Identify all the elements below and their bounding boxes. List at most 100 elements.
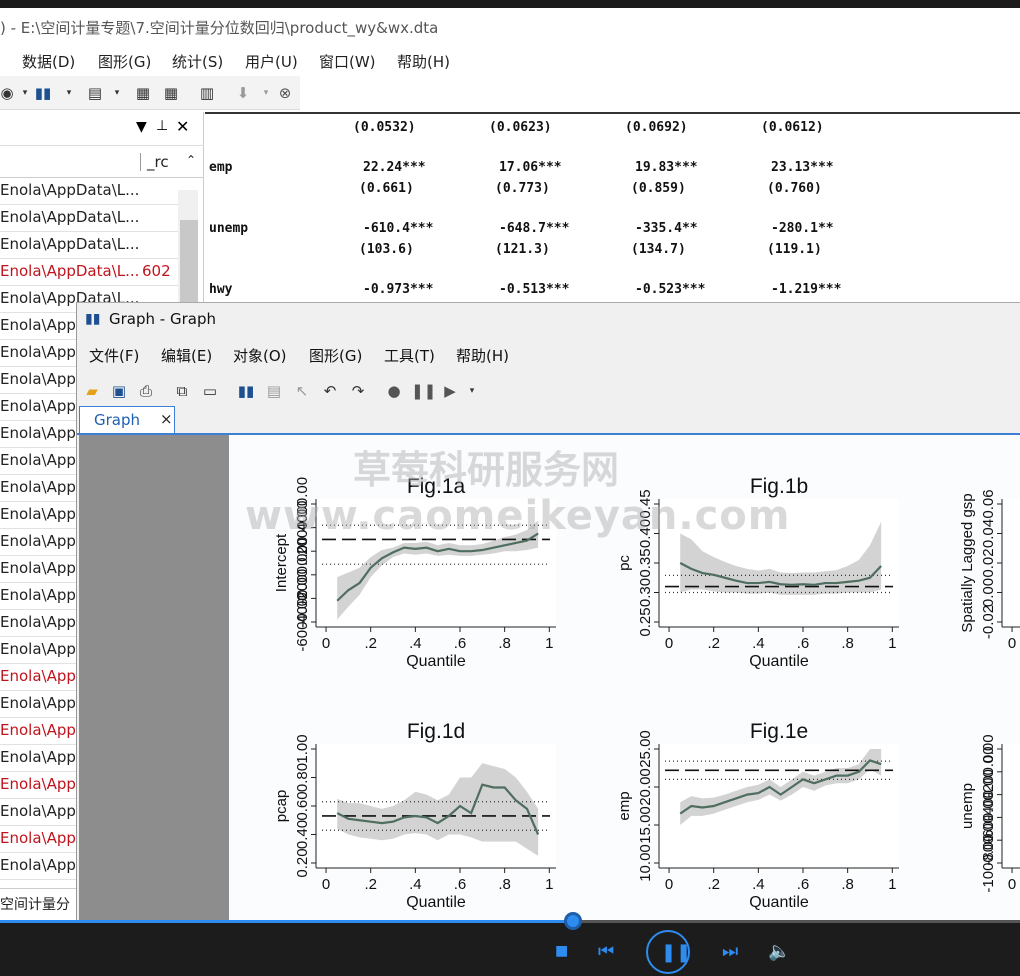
- pause-icon: ❚❚: [661, 942, 692, 963]
- graph-menu-tools[interactable]: 工具(T): [384, 345, 435, 366]
- history-command[interactable]: Enola\AppData\L...: [0, 208, 139, 226]
- history-row[interactable]: Enola\AppData\L... 602: [0, 259, 178, 286]
- filter-icon[interactable]: ▼: [136, 119, 147, 135]
- std-error: (0.0532): [353, 120, 416, 135]
- progress-knob[interactable]: [564, 912, 583, 930]
- redo-icon[interactable]: ↷: [347, 380, 369, 402]
- graph-menu-graph[interactable]: 图形(G): [309, 345, 362, 366]
- history-row[interactable]: Enola\AppData\L...: [0, 178, 178, 205]
- footer-label: 空间计量分: [0, 897, 70, 913]
- tab-close-icon[interactable]: ×: [160, 410, 173, 428]
- break-icon[interactable]: ⊗: [274, 82, 296, 104]
- x-tick-label: 1: [545, 876, 553, 893]
- do-file-editor-icon[interactable]: ▤: [84, 82, 106, 104]
- history-command[interactable]: Enola\App: [0, 694, 76, 712]
- history-command[interactable]: Enola\App: [0, 775, 76, 793]
- rename-icon[interactable]: ▭: [199, 380, 221, 402]
- graph-menu-edit[interactable]: 编辑(E): [161, 345, 212, 366]
- print-icon[interactable]: ⎙: [135, 380, 157, 402]
- history-command[interactable]: Enola\App: [0, 640, 76, 658]
- open-folder-icon[interactable]: ▰: [81, 380, 103, 402]
- x-tick-label: .6: [454, 876, 467, 893]
- pause-button[interactable]: ❚❚: [646, 930, 692, 974]
- variables-manager-icon[interactable]: ▥: [196, 82, 218, 104]
- x-tick-label: .6: [454, 635, 467, 652]
- more-icon[interactable]: ⬇: [232, 82, 254, 104]
- chevron-down-icon[interactable]: ▾: [461, 380, 483, 402]
- history-command[interactable]: Enola\App: [0, 613, 76, 631]
- x-tick-label: 0: [1008, 876, 1016, 893]
- history-row[interactable]: Enola\AppData\L...: [0, 205, 178, 232]
- std-error: (103.6): [359, 242, 414, 257]
- copy-icon[interactable]: ⧉: [171, 380, 193, 402]
- x-tick-label: 0: [665, 876, 673, 893]
- history-command[interactable]: Enola\App: [0, 397, 76, 415]
- y-tick-label: 0.60: [294, 791, 311, 820]
- history-command[interactable]: Enola\App: [0, 559, 76, 577]
- data-browser-icon[interactable]: ▦: [160, 82, 182, 104]
- rc-column-header[interactable]: _rc: [140, 153, 169, 171]
- menu-help[interactable]: 帮助(H): [397, 51, 450, 72]
- graph-menu-object[interactable]: 对象(O): [233, 345, 287, 366]
- save-icon[interactable]: ▣: [108, 380, 130, 402]
- x-tick-label: .4: [409, 876, 422, 893]
- history-command[interactable]: Enola\App: [0, 451, 76, 469]
- history-command[interactable]: Enola\App: [0, 370, 76, 388]
- graph-editor-icon[interactable]: ▮▮: [235, 380, 257, 402]
- tab-graph[interactable]: Graph ×: [79, 406, 175, 434]
- coefficient: 22.24***: [363, 160, 426, 175]
- history-command[interactable]: Enola\App: [0, 586, 76, 604]
- chart-title: Fig.1e: [750, 720, 808, 743]
- previous-icon[interactable]: ⏮: [598, 941, 614, 962]
- menu-graphics[interactable]: 图形(G): [98, 51, 151, 72]
- tab-graph-label[interactable]: Graph: [94, 411, 140, 429]
- history-command[interactable]: Enola\App: [0, 505, 76, 523]
- history-command[interactable]: Enola\App: [0, 424, 76, 442]
- close-icon[interactable]: ✕: [176, 117, 189, 136]
- y-tick-label: 0.02: [980, 548, 997, 577]
- watermark-url: www.caomeikeyan.com: [245, 493, 791, 539]
- graph-margin: [79, 435, 229, 923]
- history-command[interactable]: Enola\App: [0, 802, 76, 820]
- play-icon[interactable]: ▶: [439, 380, 461, 402]
- history-row[interactable]: Enola\AppData\L...: [0, 232, 178, 259]
- history-command[interactable]: Enola\App: [0, 829, 76, 847]
- menu-statistics[interactable]: 统计(S): [172, 51, 223, 72]
- x-tick-label: .8: [841, 876, 854, 893]
- history-command[interactable]: Enola\App: [0, 478, 76, 496]
- menu-window[interactable]: 窗口(W): [319, 51, 376, 72]
- chevron-down-icon[interactable]: ▾: [106, 82, 128, 104]
- history-command[interactable]: Enola\AppData\L...: [0, 235, 139, 253]
- undo-icon[interactable]: ↶: [319, 380, 341, 402]
- next-icon[interactable]: ⏭: [722, 941, 738, 962]
- history-command[interactable]: Enola\AppData\L...: [0, 262, 139, 280]
- menu-data[interactable]: 数据(D): [22, 51, 75, 72]
- menu-user[interactable]: 用户(U): [245, 51, 298, 72]
- graph-menu-file[interactable]: 文件(F): [89, 345, 139, 366]
- history-command[interactable]: Enola\App: [0, 316, 76, 334]
- record-icon[interactable]: ●: [383, 380, 405, 402]
- data-editor-icon[interactable]: ▦: [132, 82, 154, 104]
- y-tick-label: 0.00: [980, 734, 997, 763]
- main-menubar: 数据(D) 图形(G) 统计(S) 用户(U) 窗口(W) 帮助(H): [0, 46, 1020, 76]
- history-command[interactable]: Enola\App: [0, 748, 76, 766]
- pin-icon[interactable]: ⊥: [156, 118, 168, 134]
- watermark-cn: 草莓科研服务网: [353, 448, 620, 492]
- pause-icon[interactable]: ❚❚: [411, 380, 436, 402]
- graph-menu-help[interactable]: 帮助(H): [456, 345, 509, 366]
- chevron-down-icon[interactable]: ▾: [58, 82, 80, 104]
- history-command[interactable]: Enola\App: [0, 721, 76, 739]
- pointer-icon[interactable]: ↖: [291, 380, 313, 402]
- stop-icon[interactable]: ■: [555, 943, 568, 959]
- graph-icon[interactable]: ▮▮: [32, 82, 54, 104]
- history-command[interactable]: Enola\App: [0, 532, 76, 550]
- volume-icon[interactable]: 🔈: [768, 941, 790, 962]
- history-command[interactable]: Enola\App: [0, 667, 76, 685]
- history-command[interactable]: Enola\AppData\L...: [0, 181, 139, 199]
- coefficient: 23.13***: [771, 160, 834, 175]
- history-command[interactable]: Enola\App: [0, 856, 76, 874]
- properties-icon[interactable]: ▤: [263, 380, 285, 402]
- x-tick-label: .8: [498, 635, 511, 652]
- history-command[interactable]: Enola\App: [0, 343, 76, 361]
- sort-icon[interactable]: ⌃: [180, 153, 196, 167]
